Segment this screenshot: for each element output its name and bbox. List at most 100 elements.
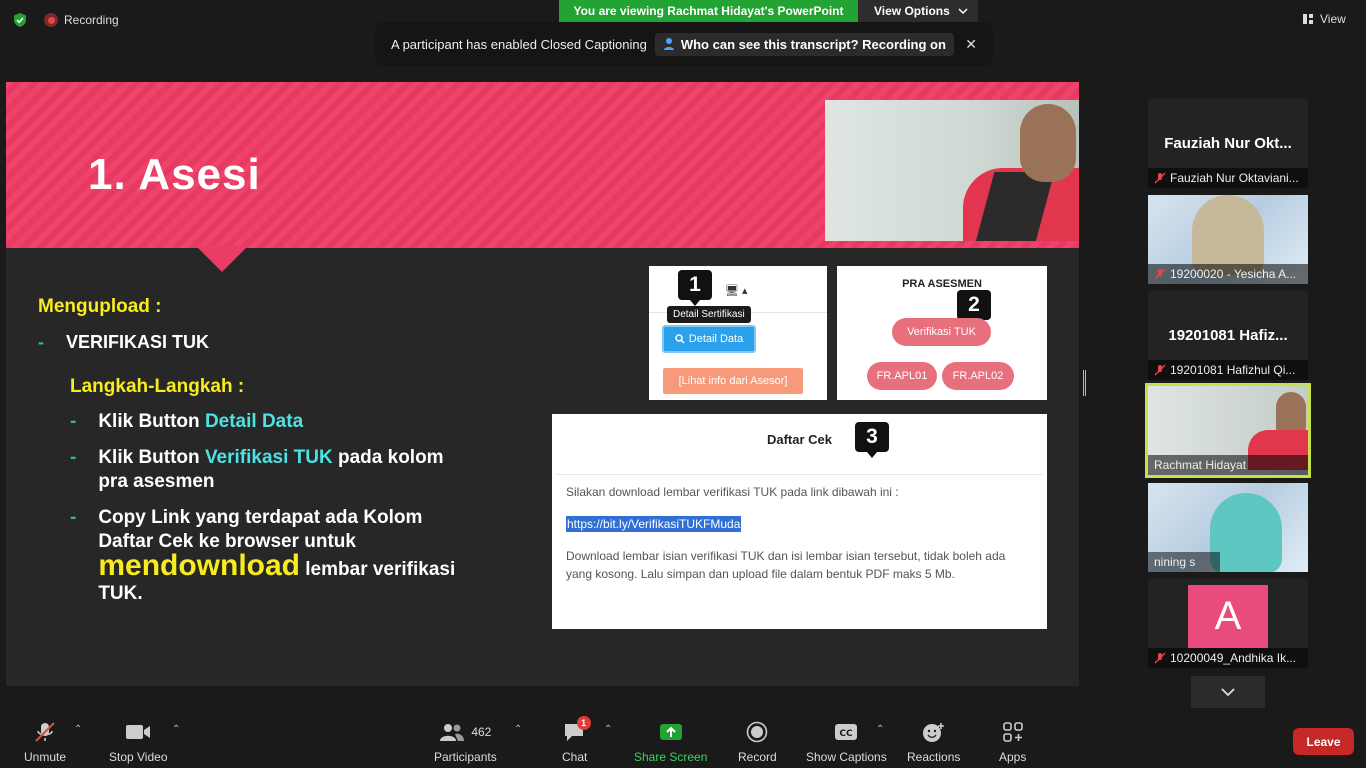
step-item: - Copy Link yang terdapat ada Kolom Daft… xyxy=(70,506,468,606)
fr-apl02-button: FR.APL02 xyxy=(942,362,1014,390)
leave-button[interactable]: Leave xyxy=(1293,728,1354,755)
svg-text:CC: CC xyxy=(840,729,854,739)
verif-tuk-label: VERIFIKASI TUK xyxy=(66,332,210,352)
participant-label: nining s xyxy=(1148,552,1220,572)
video-options-caret[interactable]: ⌃ xyxy=(172,724,180,735)
bullet-dash: - xyxy=(38,332,44,352)
video-camera-icon xyxy=(125,720,151,744)
view-options-button[interactable]: View Options xyxy=(858,0,978,22)
lihat-info-button: [Lihat info dari Asesor] xyxy=(663,368,803,394)
participant-avatar: A xyxy=(1188,585,1268,648)
pra-asesmen-title: PRA ASESMEN xyxy=(902,278,982,290)
participant-tile[interactable]: Fauziah Nur Okt... Fauziah Nur Oktaviani… xyxy=(1148,99,1308,188)
participants-button[interactable]: 462 Participants xyxy=(434,720,497,764)
show-captions-button[interactable]: CC Show Captions xyxy=(806,720,887,764)
mic-muted-icon xyxy=(1154,364,1166,376)
reactions-button[interactable]: Reactions xyxy=(907,720,960,764)
viewing-banner: You are viewing Rachmat Hidayat's PowerP… xyxy=(559,0,858,22)
slide-title: 1. Asesi xyxy=(88,150,261,199)
steps-heading: Langkah-Langkah : xyxy=(70,376,245,397)
search-icon xyxy=(675,334,685,344)
presenter-video-thumbnail xyxy=(825,100,1079,241)
participant-tile-active-speaker[interactable]: Rachmat Hidayat xyxy=(1145,383,1311,478)
step-text-part: Klik Button xyxy=(98,411,205,432)
view-options-label: View Options xyxy=(874,4,950,18)
participant-tile[interactable]: nining s xyxy=(1148,483,1308,572)
step-number-badge: 1 xyxy=(678,270,712,306)
cc-notice-text: A participant has enabled Closed Caption… xyxy=(391,36,647,52)
chat-unread-badge: 1 xyxy=(576,716,591,730)
slide-header-notch xyxy=(196,246,248,272)
stop-video-button[interactable]: Stop Video xyxy=(109,720,168,764)
view-button[interactable]: View xyxy=(1302,10,1346,28)
participant-tile[interactable]: 19201081 Hafiz... 19201081 Hafizhul Qi..… xyxy=(1148,291,1308,380)
participant-name: nining s xyxy=(1154,555,1196,569)
participant-name: 19201081 Hafizhul Qi... xyxy=(1170,363,1296,377)
fr-apl01-button: FR.APL01 xyxy=(867,362,937,390)
shield-check-icon[interactable] xyxy=(12,12,28,28)
record-button[interactable]: Record xyxy=(738,720,777,764)
step-text: Klik Button Verifikasi TUK pada kolom pr… xyxy=(98,446,458,494)
unmute-button[interactable]: Unmute xyxy=(24,720,66,764)
chat-label: Chat xyxy=(562,750,588,764)
smiley-plus-icon xyxy=(922,720,946,744)
transcript-info-link[interactable]: Who can see this transcript? Recording o… xyxy=(654,32,954,56)
daftar-cek-intro: Silakan download lembar verifikasi TUK p… xyxy=(566,485,899,499)
panel-resize-handle[interactable] xyxy=(1083,370,1086,396)
closed-captions-icon: CC xyxy=(834,720,858,744)
recording-indicator[interactable]: Recording xyxy=(44,12,119,28)
step-item: - Klik Button Detail Data xyxy=(70,410,458,434)
participants-options-caret[interactable]: ⌃ xyxy=(514,724,522,735)
apps-label: Apps xyxy=(999,750,1027,764)
mic-muted-icon xyxy=(1154,172,1166,184)
participant-label: 19200020 - Yesicha A... xyxy=(1148,264,1308,284)
verifikasi-tuk-button: Verifikasi TUK xyxy=(892,318,991,346)
participant-name: Rachmat Hidayat xyxy=(1154,458,1247,472)
detail-data-label: Detail Data xyxy=(688,333,744,345)
upload-heading: Mengupload : xyxy=(38,296,162,317)
participant-name-large: 19201081 Hafiz... xyxy=(1168,327,1288,344)
share-screen-icon xyxy=(659,720,683,744)
mic-muted-icon xyxy=(1154,652,1166,664)
verif-tuk-item: - VERIFIKASI TUK xyxy=(38,332,209,353)
recording-label: Recording xyxy=(64,13,119,27)
participants-icon xyxy=(440,724,465,741)
unmute-label: Unmute xyxy=(24,750,67,764)
participant-label: Fauziah Nur Oktaviani... xyxy=(1148,168,1308,188)
daftar-cek-note: Download lembar isian verifikasi TUK dan… xyxy=(566,549,1006,581)
participant-figure xyxy=(1210,493,1282,572)
person-info-icon xyxy=(663,38,674,50)
apps-icon xyxy=(1002,720,1024,744)
bullet-dash: - xyxy=(70,507,77,528)
reactions-label: Reactions xyxy=(907,750,961,764)
daftar-cek-panel: Daftar Cek 3 Silakan download lembar ver… xyxy=(552,414,1047,629)
participants-label: Participants xyxy=(434,750,497,764)
captions-options-caret[interactable]: ⌃ xyxy=(876,724,884,735)
participant-label: Rachmat Hidayat xyxy=(1148,455,1308,475)
verifikasi-link: https://bit.ly/VerifikasiTUKFMuda xyxy=(566,516,742,532)
close-icon[interactable]: ✕ xyxy=(965,36,977,53)
chevron-down-icon xyxy=(958,8,968,14)
step-text-part: Copy Link yang terdapat ada Kolom Daftar… xyxy=(98,507,423,552)
chat-options-caret[interactable]: ⌃ xyxy=(604,724,612,735)
tooltip: Detail Sertifikasi xyxy=(667,306,751,323)
share-screen-button[interactable]: Share Screen xyxy=(634,720,707,764)
apps-button[interactable]: Apps xyxy=(999,720,1026,764)
step-highlight: Verifikasi TUK xyxy=(204,447,333,468)
participants-icon-row: 462 xyxy=(439,720,491,744)
participants-count: 462 xyxy=(471,725,492,739)
record-icon xyxy=(746,720,768,744)
zoom-meeting-window: { "topbar": { "recording_label": "Record… xyxy=(0,0,1366,768)
detail-sertifikasi-panel: 🖥 ▴ 1 Detail Sertifikasi Detail Data [Li… xyxy=(649,266,827,400)
record-label: Record xyxy=(738,750,777,764)
participant-tile[interactable]: 19200020 - Yesicha A... xyxy=(1148,195,1308,284)
chat-button[interactable]: 1 Chat xyxy=(562,716,591,764)
step-text: Klik Button Detail Data xyxy=(98,410,458,434)
stop-video-label: Stop Video xyxy=(109,750,168,764)
audio-options-caret[interactable]: ⌃ xyxy=(74,724,82,735)
scroll-down-button[interactable] xyxy=(1191,676,1265,708)
presenter-head xyxy=(1020,104,1076,182)
participant-tile[interactable]: A 10200049_Andhika Ik... xyxy=(1148,579,1308,668)
daftar-cek-title: Daftar Cek xyxy=(766,432,833,447)
grid-view-icon xyxy=(1303,14,1313,24)
